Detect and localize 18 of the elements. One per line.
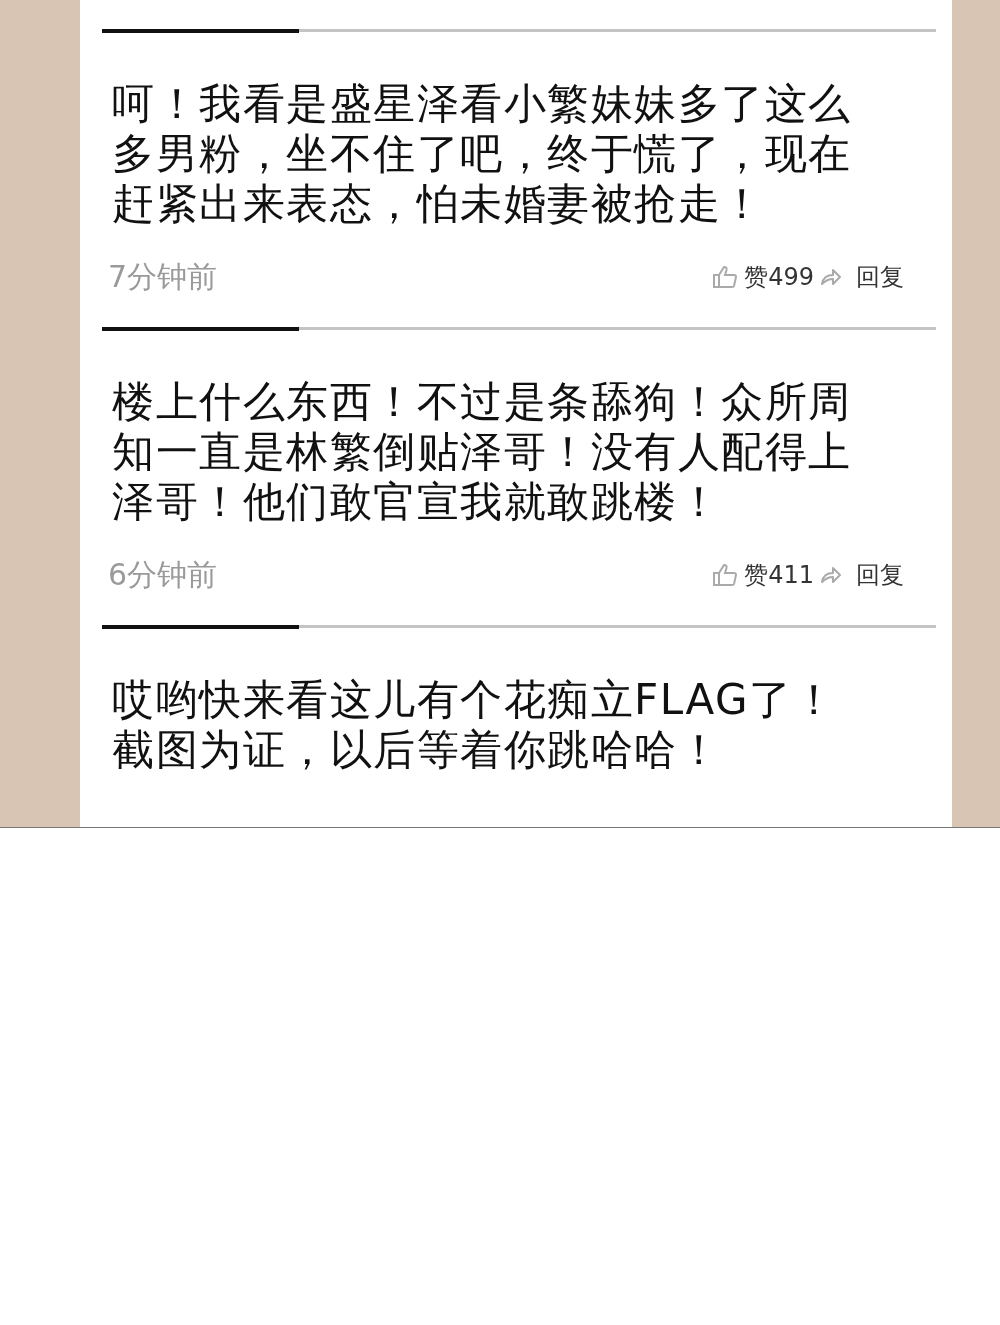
reply-link[interactable]: 回复 xyxy=(856,261,904,293)
like-count[interactable]: 赞499 xyxy=(744,261,814,293)
comment-text-line: 截图为证，以后等着你跳哈哈！ xyxy=(112,725,722,775)
comment-text-line: 哎哟快来看这儿有个花痴立FLAG了！ xyxy=(112,675,838,725)
comment-text-line: 楼上什么东西！不过是条舔狗！众所周 xyxy=(112,377,853,427)
share-arrow-icon[interactable] xyxy=(820,266,842,288)
comment-text-line: 呵！我看是盛星泽看小繁妹妹多了这么 xyxy=(112,79,853,129)
comment-time: 7分钟前 xyxy=(108,257,218,296)
thumbs-up-icon[interactable] xyxy=(712,563,739,587)
comment-time: 6分钟前 xyxy=(108,555,218,594)
share-arrow-icon[interactable] xyxy=(820,564,842,586)
comment-text-line: 知一直是林繁倒贴泽哥！没有人配得上 xyxy=(112,427,853,477)
thumbs-up-icon[interactable] xyxy=(712,265,739,289)
reply-link[interactable]: 回复 xyxy=(856,559,904,591)
comment-text-line: 泽哥！他们敢官宣我就敢跳楼！ xyxy=(112,477,722,527)
like-count[interactable]: 赞411 xyxy=(744,559,814,591)
comment-text-line: 多男粉，坐不住了吧，终于慌了，现在 xyxy=(112,129,853,179)
comment-text-line: 赶紧出来表态，怕未婚妻被抢走！ xyxy=(112,179,766,229)
